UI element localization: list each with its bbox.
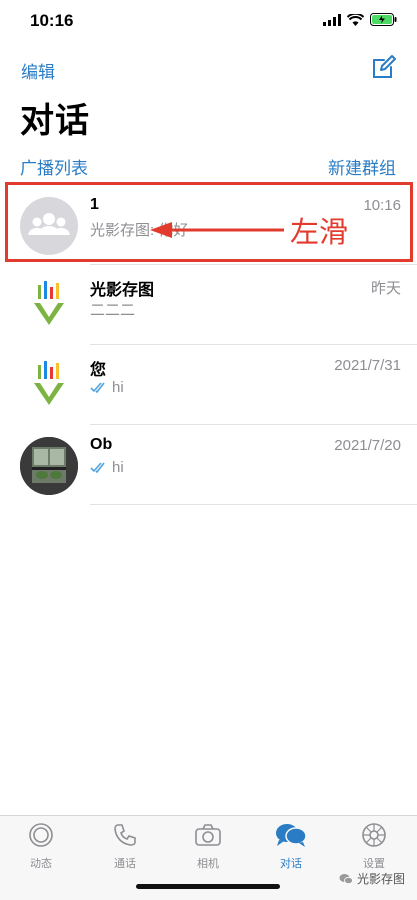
- chat-preview-text: 二二二: [90, 302, 136, 319]
- chat-preview: 二二二: [90, 299, 135, 320]
- photo-avatar: [20, 437, 78, 495]
- chat-preview: hi: [90, 379, 124, 396]
- chat-row[interactable]: 您 2021/7/31 hi: [0, 345, 417, 425]
- tab-label: 相机: [197, 858, 219, 870]
- read-receipt-icon: [90, 382, 105, 393]
- chat-preview-text: hi: [112, 379, 124, 396]
- list-actions: 广播列表 新建群组: [0, 150, 417, 178]
- gear-icon: [362, 823, 386, 847]
- arrow-logo-icon: [34, 361, 64, 405]
- tab-label: 设置: [363, 858, 385, 870]
- chat-row[interactable]: Ob 2021/7/20 hi: [0, 425, 417, 505]
- row-divider: [90, 504, 417, 505]
- signal-icon: [323, 13, 341, 26]
- read-receipt-icon: [90, 462, 105, 473]
- chat-row[interactable]: 光影存图 昨天 二二二: [0, 265, 417, 345]
- new-group-link[interactable]: 新建群组: [328, 154, 396, 179]
- broadcast-lists-link[interactable]: 广播列表: [20, 154, 88, 179]
- chat-icon: [276, 824, 307, 847]
- camera-icon: [195, 824, 221, 846]
- home-indicator: [136, 884, 280, 889]
- status-time: 10:16: [30, 11, 74, 30]
- watermark-text: 光影存图: [356, 872, 405, 886]
- status-icons: [323, 13, 397, 26]
- tab-label: 通话: [114, 858, 136, 870]
- window-photo-icon: [20, 437, 78, 495]
- chat-time: 2021/7/20: [334, 437, 401, 454]
- tab-label: 动态: [30, 858, 52, 870]
- phone-icon: [114, 824, 136, 846]
- chat-preview-text: hi: [112, 459, 124, 476]
- status-bar: 10:16: [0, 0, 417, 44]
- swipe-left-label: 左滑: [290, 217, 349, 249]
- chat-time: 2021/7/31: [334, 357, 401, 374]
- tab-label: 对话: [280, 858, 302, 870]
- chat-name: 您: [90, 362, 107, 379]
- tab-chats[interactable]: 对话: [261, 822, 321, 871]
- wechat-icon: [339, 873, 353, 884]
- battery-icon: [370, 13, 397, 26]
- tab-settings[interactable]: 设置: [344, 822, 404, 871]
- wifi-icon: [347, 13, 364, 26]
- status-icon: [29, 823, 53, 847]
- chat-name: Ob: [90, 436, 113, 453]
- chat-preview: hi: [90, 459, 124, 476]
- arrow-logo-icon: [34, 281, 64, 325]
- chat-time: 昨天: [370, 280, 401, 297]
- swipe-arrow-icon: [150, 222, 284, 238]
- tab-calls[interactable]: 通话: [95, 822, 155, 871]
- compose-icon[interactable]: [371, 54, 397, 80]
- edit-button[interactable]: 编辑: [21, 58, 55, 83]
- tab-camera[interactable]: 相机: [178, 822, 238, 871]
- logo-avatar: [20, 357, 78, 415]
- chat-name: 光影存图: [90, 282, 155, 299]
- watermark: 光影存图: [339, 870, 405, 887]
- page-title: 对话: [20, 102, 90, 140]
- tab-status[interactable]: 动态: [11, 822, 71, 871]
- navigation-bar: 编辑: [0, 50, 417, 86]
- logo-avatar: [20, 277, 78, 335]
